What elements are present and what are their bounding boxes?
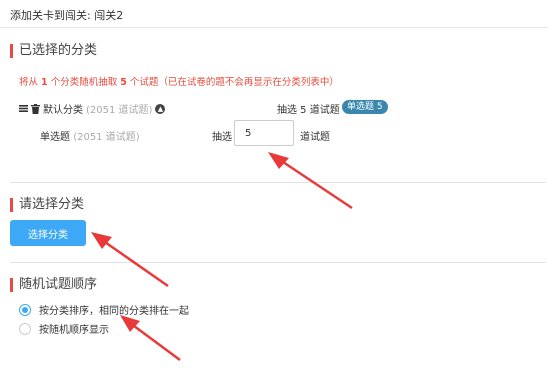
annotation-arrows <box>91 152 353 362</box>
annotation-arrow-button <box>91 232 169 288</box>
annotation-arrow-radio <box>120 315 181 362</box>
annotation-arrow-input <box>268 152 353 210</box>
